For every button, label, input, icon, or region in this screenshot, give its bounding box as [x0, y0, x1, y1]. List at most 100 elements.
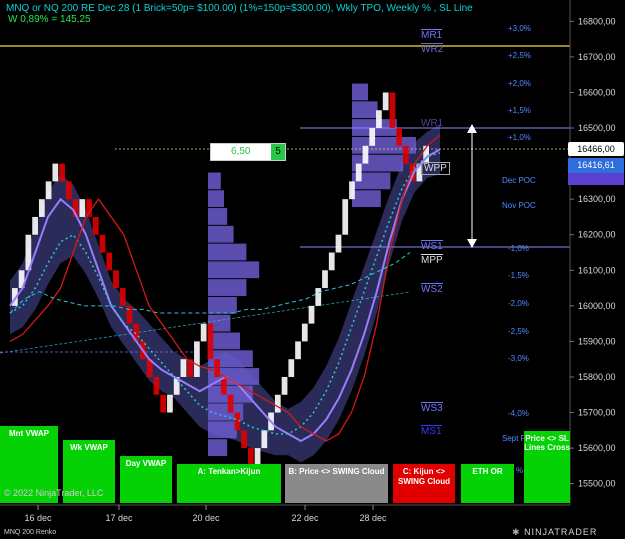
renko-brick [194, 341, 200, 377]
renko-brick [92, 216, 99, 235]
percent-level-label: +1,5% [508, 106, 531, 115]
renko-brick [160, 394, 167, 413]
renko-brick [274, 394, 281, 413]
y-tick-label: 16600,00 [578, 87, 616, 97]
nov-poc-label: Nov POC [502, 201, 536, 210]
pct-partial-label: % [516, 466, 524, 475]
tpo-bar [208, 261, 260, 279]
copyright-text: © 2022 NinjaTrader, LLC [4, 488, 104, 498]
renko-brick [52, 163, 59, 182]
secondary-price-tag: 16416,61 [568, 158, 624, 173]
renko-brick [396, 128, 403, 146]
renko-brick [389, 92, 396, 129]
mpp-label: MPP [421, 254, 443, 266]
renko-brick [106, 252, 113, 271]
renko-brick [241, 430, 247, 449]
ms1-label: MS1 [421, 425, 442, 437]
price-sl-cross-button[interactable]: Price <> SL Lines Cross [524, 431, 570, 503]
percent-level-label: -2,5% [508, 327, 529, 336]
tpo-bar [208, 243, 247, 261]
renko-brick [227, 394, 234, 413]
instrument-label: MNQ 200 Renko [4, 529, 57, 536]
y-tick-label: 16300,00 [578, 194, 616, 204]
tpo-bar [208, 225, 234, 243]
current-price-tag: 16466,00 [568, 142, 624, 156]
y-tick-label: 15500,00 [578, 479, 616, 489]
percent-level-label: +3,0% [508, 24, 531, 33]
eth-or-button[interactable]: ETH OR [461, 464, 514, 503]
renko-brick [362, 145, 369, 164]
tpo-bar [208, 439, 228, 456]
x-tick-label: 17 dec [105, 513, 133, 523]
y-tick-label: 16800,00 [578, 16, 616, 26]
renko-brick [369, 128, 376, 146]
renko-brick [119, 288, 126, 306]
wpp-label: WPP [421, 162, 450, 175]
percent-level-label: +2,0% [508, 79, 531, 88]
y-tick-label: 15900,00 [578, 336, 616, 346]
renko-brick [355, 163, 362, 182]
renko-brick [167, 394, 173, 413]
percent-level-label: -1,5% [508, 271, 529, 280]
x-tick-label: 22 dec [291, 513, 319, 523]
dec-poc-label: Dec POC [502, 176, 536, 185]
mr1-label: MR1 [421, 29, 443, 41]
range-arrows [467, 124, 477, 248]
renko-brick [207, 323, 214, 360]
chart-window: { "header": { "title": "MNQ or NQ 200 RE… [0, 0, 625, 539]
renko-brick [113, 270, 119, 289]
renko-brick [126, 305, 133, 324]
renko-brick [328, 252, 335, 271]
y-tick-label: 16700,00 [578, 52, 616, 62]
y-tick-label: 16100,00 [578, 265, 616, 275]
brand-icon: ✱ [512, 527, 521, 537]
renko-brick [261, 430, 268, 449]
wr2-label: WR2 [421, 43, 444, 55]
percent-level-label: -4,0% [508, 409, 529, 418]
y-tick-label: 16500,00 [578, 123, 616, 133]
level-lines [0, 45, 570, 354]
tpo-bar [208, 421, 237, 439]
renko-brick [38, 199, 45, 217]
x-tick-label: 16 dec [24, 513, 52, 523]
renko-brick [45, 181, 52, 200]
x-tick-label: 28 dec [359, 513, 387, 523]
renko-brick [335, 234, 342, 253]
percent-level-label: -3,0% [508, 354, 529, 363]
renko-brick [308, 305, 315, 324]
ws1-label: WS1 [421, 240, 443, 252]
renko-brick [322, 270, 328, 289]
weekly-percent-label: W 0,89% = 145,25 [8, 14, 91, 25]
renko-brick [200, 323, 207, 342]
renko-brick [180, 359, 187, 377]
renko-brick [382, 92, 389, 111]
day-vwap-button[interactable]: Day VWAP [120, 456, 172, 503]
renko-brick [99, 234, 106, 253]
renko-brick [349, 181, 355, 200]
tenkan-kijun-button[interactable]: A: Tenkan>Kijun [177, 464, 281, 503]
percent-level-label: -1,0% [508, 244, 529, 253]
renko-brick [32, 216, 38, 235]
y-tick-label: 15600,00 [578, 443, 616, 453]
price-box-value: 6,50 [231, 146, 251, 157]
renko-brick [79, 199, 86, 217]
price-box[interactable]: 6,50 5 [210, 143, 286, 161]
brand-logo: ✱ NINJATRADER [512, 527, 598, 537]
percent-level-label: -2,0% [508, 299, 529, 308]
tpo-bar [352, 190, 381, 208]
renko-brick [403, 145, 409, 164]
price-swing-cloud-button[interactable]: B: Price <> SWING Cloud [285, 464, 388, 503]
tpo-bar [208, 208, 228, 225]
renko-brick [342, 199, 349, 235]
renko-brick [315, 288, 322, 306]
renko-brick [288, 359, 295, 377]
time-axis[interactable]: 16 dec 17 dec 20 dec 22 dec 28 dec [0, 504, 570, 523]
tpo-bar [352, 101, 378, 119]
kijun-swing-cloud-button[interactable]: C: Kijun <> SWING Cloud [393, 464, 455, 503]
renko-brick [153, 376, 160, 395]
y-tick-label: 15700,00 [578, 408, 616, 418]
tpo-bar [352, 83, 368, 101]
wr1-label: WR1 [421, 118, 444, 129]
y-tick-label: 16000,00 [578, 301, 616, 311]
price-axis[interactable]: 16800,0016700,0016600,0016500,0016400,00… [569, 0, 616, 505]
